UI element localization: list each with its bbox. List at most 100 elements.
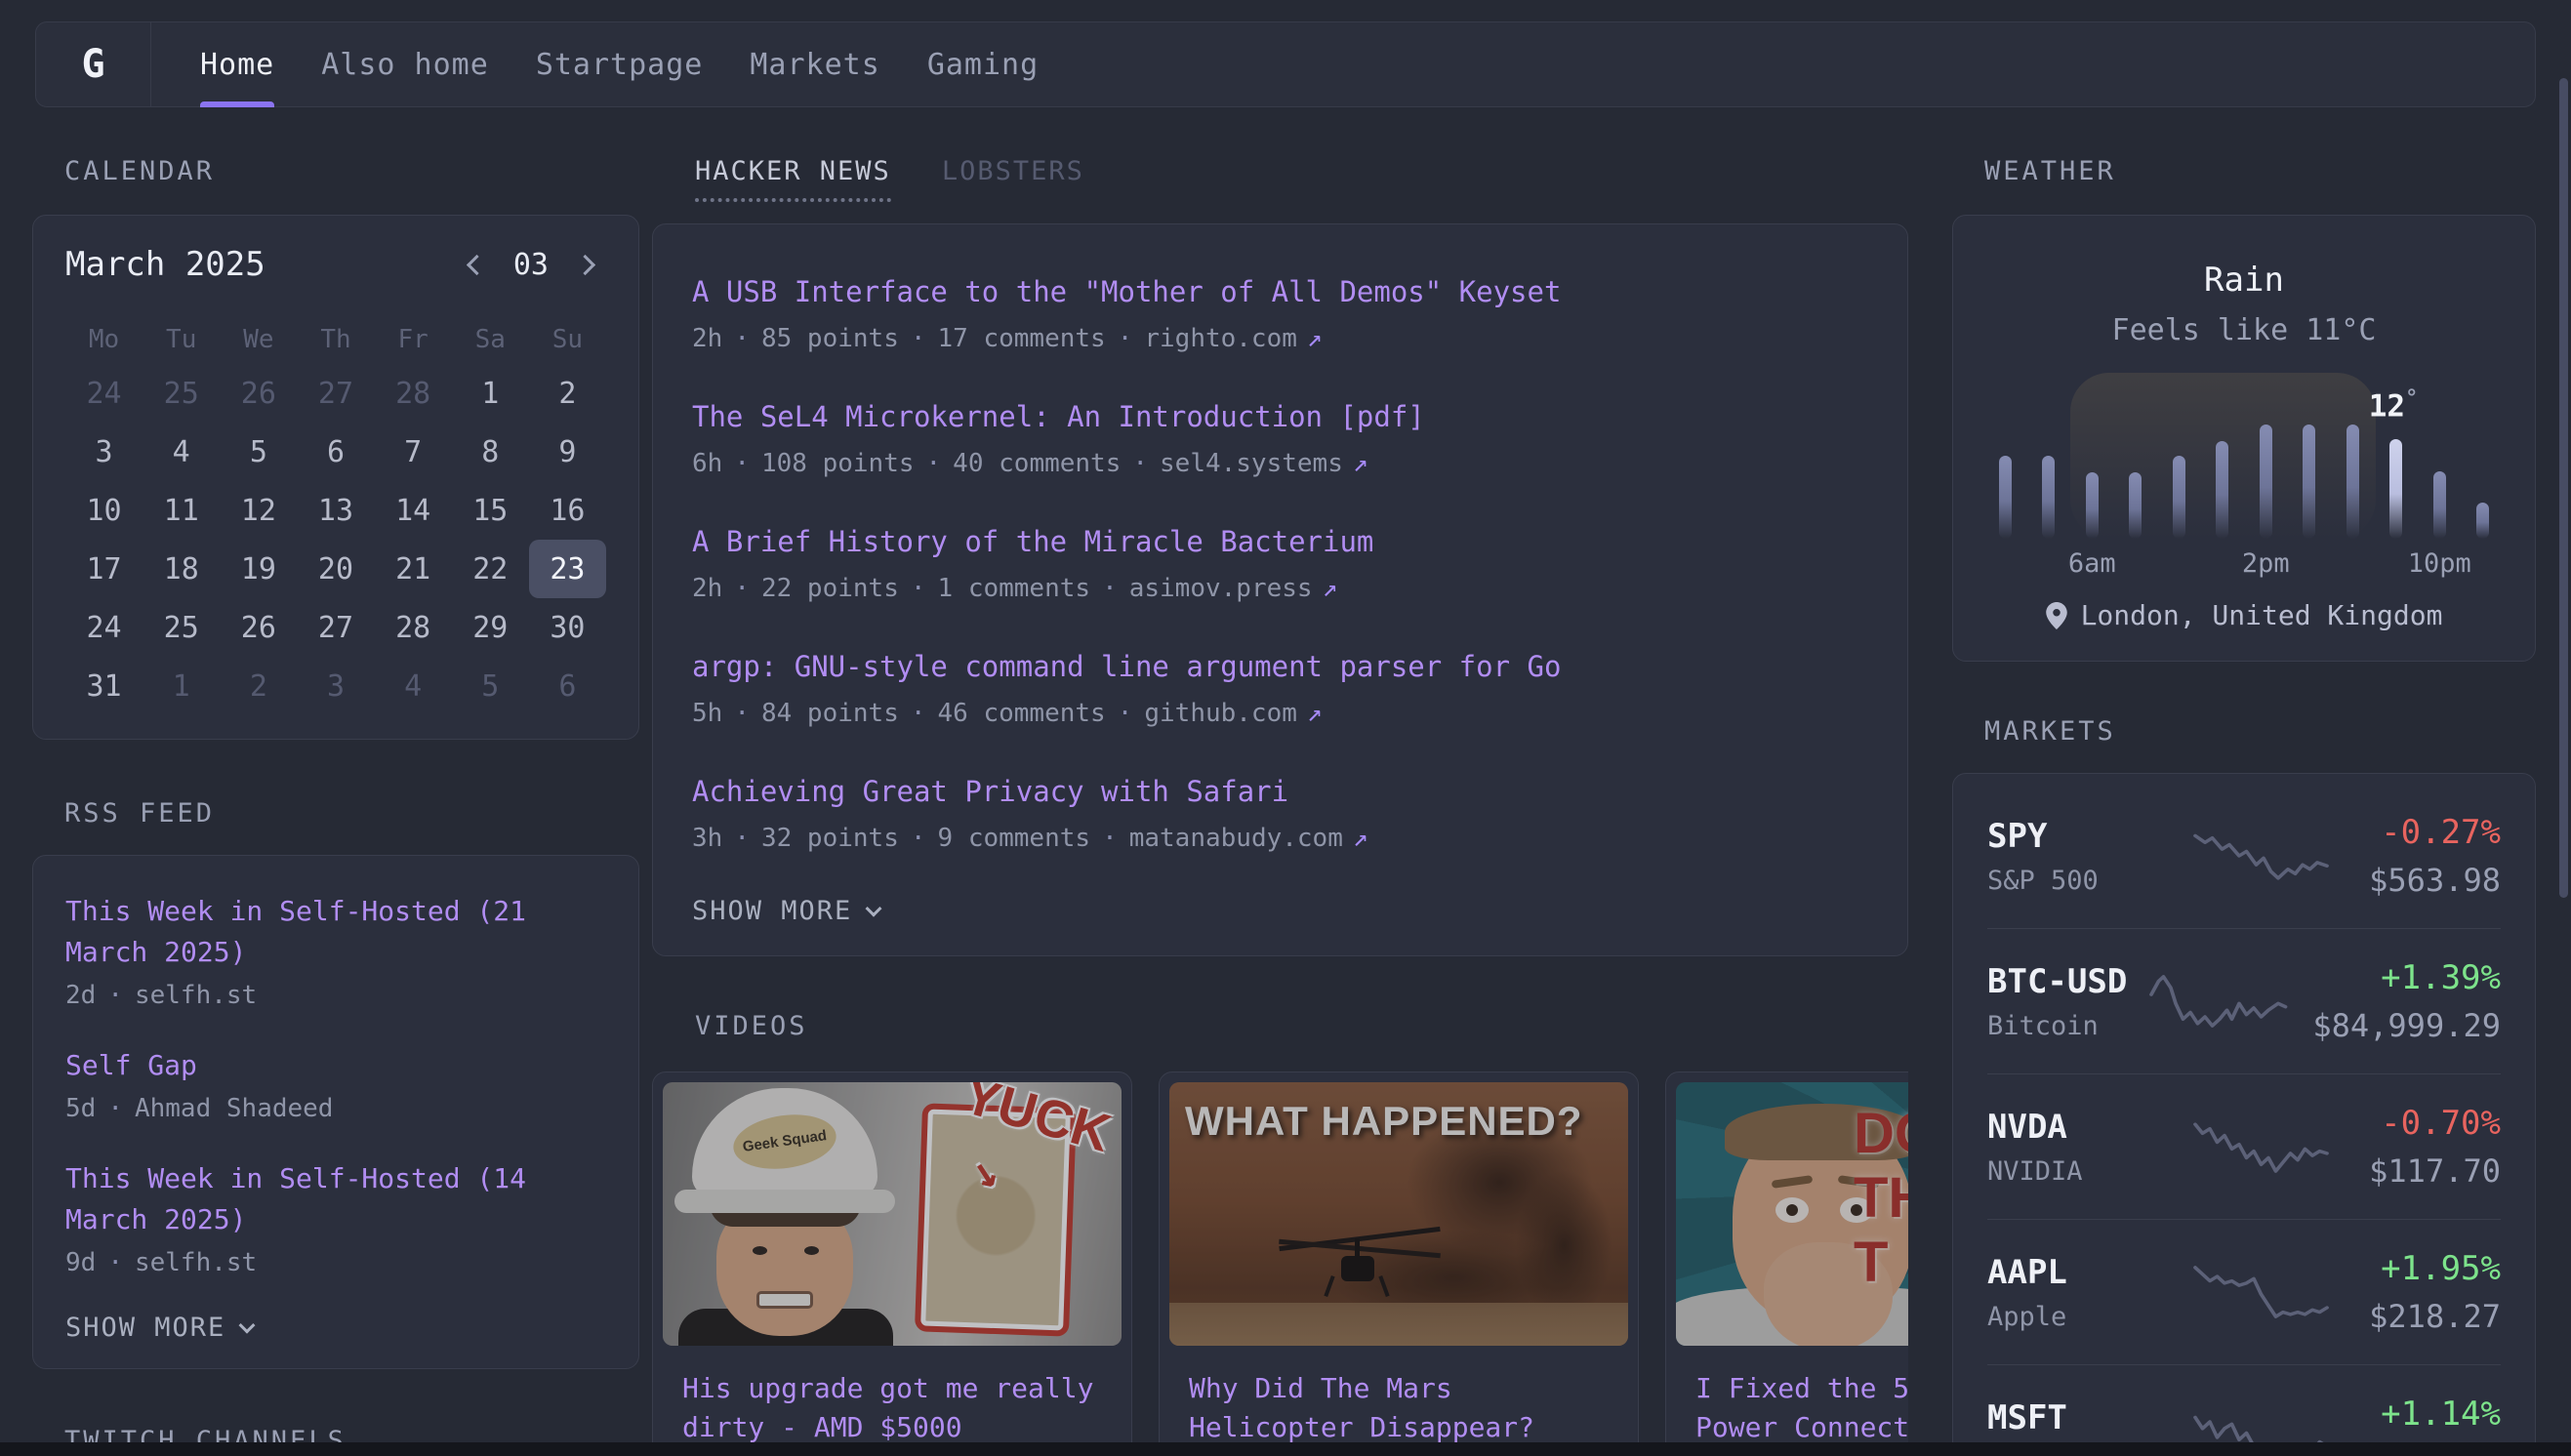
calendar-day[interactable]: 3 — [297, 657, 374, 715]
rss-item-title[interactable]: This Week in Self-Hosted (21 March 2025) — [65, 891, 606, 973]
calendar-day[interactable]: 22 — [452, 540, 529, 598]
calendar-day[interactable]: 6 — [529, 657, 606, 715]
calendar-day[interactable]: 2 — [220, 657, 297, 715]
video-title[interactable]: I Fixed the 5 Power Connect — [1695, 1369, 1908, 1442]
nav-tab[interactable]: Startpage — [512, 22, 727, 106]
chevron-down-icon — [866, 900, 882, 916]
news-item-title[interactable]: A USB Interface to the "Mother of All De… — [692, 275, 1868, 308]
calendar-day[interactable]: 7 — [375, 423, 452, 481]
news-item-title[interactable]: The SeL4 Microkernel: An Introduction [p… — [692, 400, 1868, 433]
nav-tab[interactable]: Gaming — [904, 22, 1062, 106]
calendar-day[interactable]: 28 — [375, 364, 452, 423]
calendar-day[interactable]: 8 — [452, 423, 529, 481]
news-tab[interactable]: LOBSTERS — [942, 156, 1084, 202]
market-row[interactable]: SPY S&P 500 -0.27% $563.98 — [1987, 784, 2501, 928]
thumb-hand-shape — [1764, 1242, 1893, 1346]
calendar-day[interactable]: 3 — [65, 423, 143, 481]
news-item-title[interactable]: A Brief History of the Miracle Bacterium — [692, 525, 1868, 558]
calendar-day[interactable]: 26 — [220, 598, 297, 657]
news-item-domain-link[interactable]: righto.com ↗ — [1144, 324, 1322, 353]
market-row[interactable]: BTC-USD Bitcoin +1.39% $84,999.29 — [1987, 928, 2501, 1073]
left-column: CALENDAR March 2025 03 MoTuWeThFrSaSu 24… — [32, 156, 639, 1456]
calendar-day[interactable]: 1 — [452, 364, 529, 423]
calendar-day[interactable]: 9 — [529, 423, 606, 481]
rss-item-title[interactable]: This Week in Self-Hosted (14 March 2025) — [65, 1158, 606, 1240]
calendar-day[interactable]: 24 — [65, 364, 143, 423]
news-item: argp: GNU-style command line argument pa… — [692, 627, 1868, 751]
calendar-day[interactable]: 28 — [375, 598, 452, 657]
calendar-day[interactable]: 29 — [452, 598, 529, 657]
app-logo[interactable]: G — [36, 22, 151, 106]
calendar-day[interactable]: 20 — [297, 540, 374, 598]
news-item-title[interactable]: argp: GNU-style command line argument pa… — [692, 650, 1868, 683]
calendar-day[interactable]: 17 — [65, 540, 143, 598]
nav-tab[interactable]: Home — [177, 22, 298, 106]
weekday-label: Th — [297, 325, 374, 354]
video-card[interactable]: Geek Squad YUCK ↘ His upgrade got me rea… — [652, 1072, 1132, 1442]
calendar-day[interactable]: 12 — [220, 481, 297, 540]
thumb-overlay-text: WHAT HAPPENED? — [1185, 1098, 1583, 1145]
calendar-day[interactable]: 13 — [297, 481, 374, 540]
nav-tab[interactable]: Also home — [298, 22, 512, 106]
chevron-left-icon[interactable] — [467, 254, 487, 274]
chevron-right-icon[interactable] — [575, 254, 595, 274]
video-thumbnail[interactable]: Geek Squad YUCK ↘ — [663, 1082, 1122, 1346]
rss-item-source: selfh.st — [135, 1248, 257, 1277]
calendar-day[interactable]: 25 — [143, 598, 220, 657]
video-thumbnail[interactable]: WHAT HAPPENED? — [1169, 1082, 1628, 1346]
rss-item-title[interactable]: Self Gap — [65, 1045, 606, 1086]
market-change: -0.70% — [2356, 1104, 2501, 1143]
calendar-day[interactable]: 5 — [452, 657, 529, 715]
calendar-day[interactable]: 27 — [297, 598, 374, 657]
news-item-meta: 3h · 32 points · 9 comments · matanabudy… — [692, 824, 1868, 853]
calendar-day[interactable]: 27 — [297, 364, 374, 423]
calendar-day[interactable]: 21 — [375, 540, 452, 598]
external-link-icon: ↗ — [1323, 574, 1338, 603]
news-item-title[interactable]: Achieving Great Privacy with Safari — [692, 775, 1868, 808]
video-card[interactable]: DO TH T I Fixed the 5 Power Connect 3d ·… — [1665, 1072, 1908, 1442]
calendar-day[interactable]: 18 — [143, 540, 220, 598]
market-row[interactable]: AAPL Apple +1.95% $218.27 — [1987, 1219, 2501, 1364]
video-title[interactable]: His upgrade got me really dirty - AMD $5… — [682, 1369, 1102, 1442]
news-item-domain-link[interactable]: sel4.systems ↗ — [1160, 449, 1368, 478]
market-row[interactable]: NVDA NVIDIA -0.70% $117.70 — [1987, 1073, 2501, 1219]
calendar-day[interactable]: 1 — [143, 657, 220, 715]
video-card[interactable]: WHAT HAPPENED? Why Did The Mars Helicopt… — [1159, 1072, 1639, 1442]
calendar-day[interactable]: 6 — [297, 423, 374, 481]
rss-item-source: Ahmad Shadeed — [135, 1094, 334, 1123]
calendar-day[interactable]: 19 — [220, 540, 297, 598]
calendar-day[interactable]: 4 — [143, 423, 220, 481]
calendar-day[interactable]: 2 — [529, 364, 606, 423]
calendar-day[interactable]: 31 — [65, 657, 143, 715]
calendar-day[interactable]: 26 — [220, 364, 297, 423]
calendar-day[interactable]: 24 — [65, 598, 143, 657]
calendar-day[interactable]: 11 — [143, 481, 220, 540]
news-item-domain-link[interactable]: asimov.press ↗ — [1129, 574, 1338, 603]
news-show-more-button[interactable]: SHOW MORE — [692, 896, 879, 926]
calendar-day[interactable]: 16 — [529, 481, 606, 540]
weather-bar-slot: 10pm — [2418, 422, 2462, 539]
calendar-day[interactable]: 23 — [529, 540, 606, 598]
calendar-day[interactable]: 10 — [65, 481, 143, 540]
calendar-day[interactable]: 5 — [220, 423, 297, 481]
thumb-yuck-sticker: YUCK — [957, 1082, 1117, 1164]
nav-tabs: Home Also home Startpage Markets Gaming — [151, 22, 1062, 106]
video-thumbnail[interactable]: DO TH T — [1676, 1082, 1908, 1346]
news-tab[interactable]: HACKER NEWS — [695, 156, 891, 202]
weather-bar — [2086, 472, 2099, 539]
calendar-day[interactable]: 25 — [143, 364, 220, 423]
thumb-mast-shape — [1355, 1238, 1360, 1260]
calendar-day[interactable]: 30 — [529, 598, 606, 657]
video-title[interactable]: Why Did The Mars Helicopter Disappear? — [1189, 1369, 1609, 1442]
nav-tab-label: Markets — [750, 48, 879, 82]
news-item-domain-link[interactable]: github.com ↗ — [1144, 699, 1322, 728]
news-item-domain-link[interactable]: matanabudy.com ↗ — [1129, 824, 1368, 853]
calendar-day[interactable]: 4 — [375, 657, 452, 715]
rss-list: This Week in Self-Hosted (21 March 2025)… — [65, 891, 606, 1277]
calendar-day[interactable]: 14 — [375, 481, 452, 540]
scrollbar-thumb[interactable] — [2559, 78, 2568, 898]
dot-separator: · — [107, 981, 123, 1010]
nav-tab[interactable]: Markets — [726, 22, 903, 106]
rss-show-more-button[interactable]: SHOW MORE — [65, 1313, 253, 1343]
calendar-day[interactable]: 15 — [452, 481, 529, 540]
